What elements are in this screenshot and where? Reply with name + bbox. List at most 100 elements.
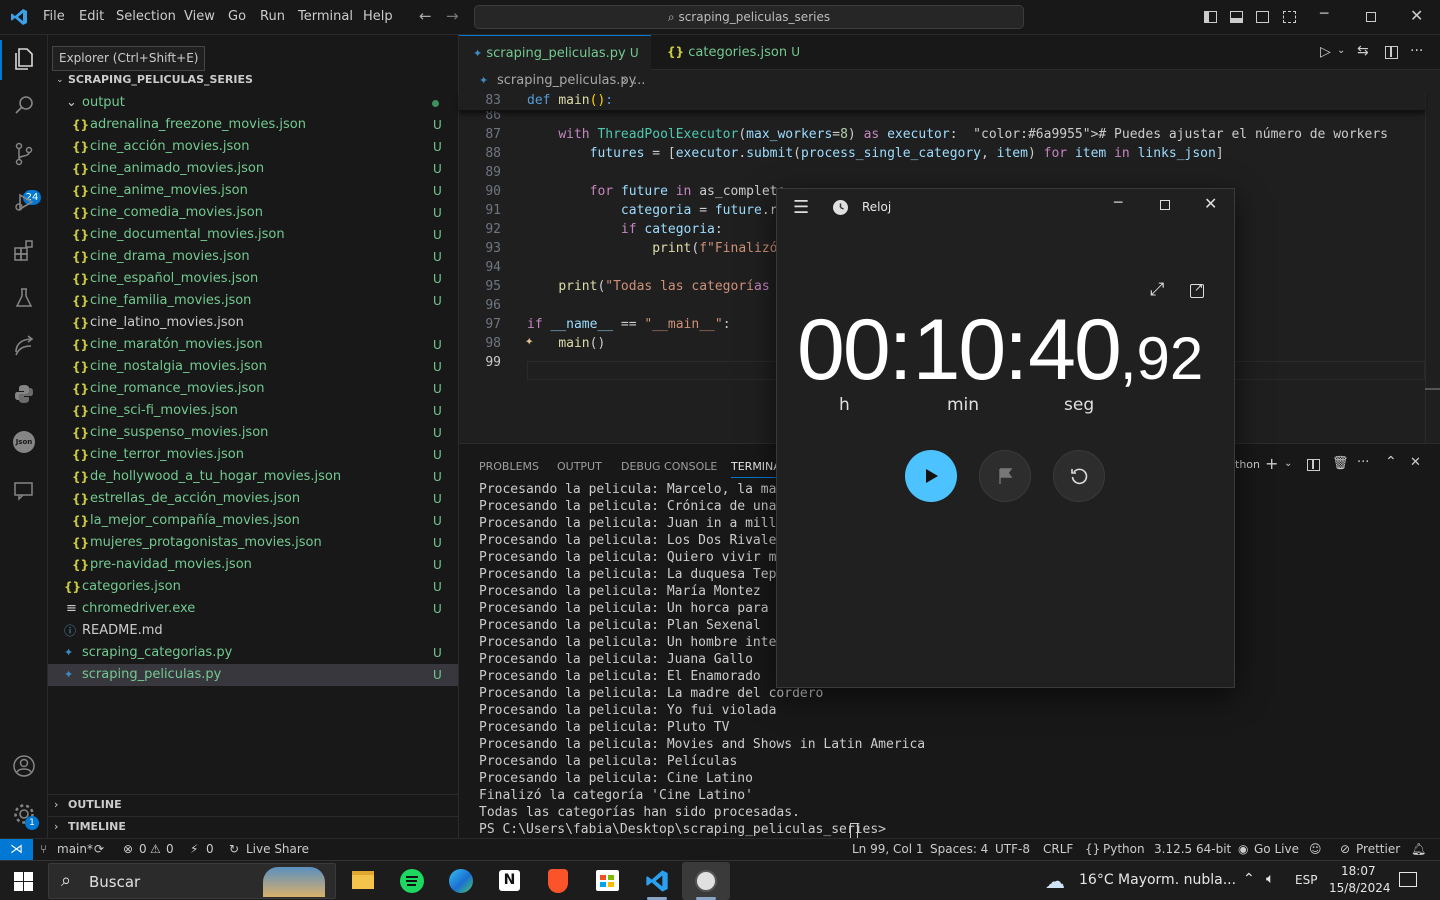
python-interpreter[interactable]: 3.12.5 64-bit: [1154, 839, 1231, 860]
sync-icon[interactable]: ⟳: [94, 839, 104, 860]
file-item[interactable]: ⓘ README.md: [48, 620, 458, 642]
testing-flask-icon[interactable]: [12, 286, 36, 310]
new-terminal-plus-icon[interactable]: +: [1265, 454, 1278, 473]
source-control-icon[interactable]: [12, 142, 36, 166]
breadcrumb-file[interactable]: scraping_peliculas.py: [497, 70, 636, 92]
ports-count[interactable]: 0: [206, 839, 214, 860]
toggle-secondary-sidebar-icon[interactable]: [1256, 11, 1269, 23]
microsoft-store-icon[interactable]: [596, 870, 619, 891]
notion-icon[interactable]: N: [499, 870, 520, 891]
command-center-search[interactable]: ⌕ scraping_peliculas_series: [474, 5, 1024, 29]
vscode-taskbar-icon[interactable]: [645, 869, 669, 893]
language-mode[interactable]: Python: [1103, 839, 1145, 860]
spotify-icon[interactable]: [400, 869, 424, 893]
minimize-window-icon[interactable]: ─: [1114, 195, 1122, 211]
menu-edit[interactable]: Edit: [79, 9, 104, 24]
taskbar-date[interactable]: 15/8/2024: [1329, 881, 1391, 895]
file-item[interactable]: {} cine_suspenso_movies.json U: [48, 422, 458, 444]
clock-app-taskbar-button[interactable]: [682, 862, 730, 900]
json-icon[interactable]: Json: [12, 430, 36, 454]
comments-icon[interactable]: [12, 478, 36, 502]
tab-debug-console[interactable]: DEBUG CONSOLE: [621, 460, 717, 473]
back-arrow-icon[interactable]: ←: [419, 7, 432, 25]
hamburger-menu-icon[interactable]: ☰: [793, 197, 809, 218]
accounts-icon[interactable]: [12, 754, 36, 778]
file-item[interactable]: {} estrellas_de_acción_movies.json U: [48, 488, 458, 510]
file-explorer-icon[interactable]: [352, 871, 374, 889]
reset-button[interactable]: [1053, 450, 1105, 502]
forward-arrow-icon[interactable]: →: [446, 7, 459, 25]
play-button[interactable]: [905, 450, 957, 502]
file-item[interactable]: {} pre-navidad_movies.json U: [48, 554, 458, 576]
file-item[interactable]: {} cine_anime_movies.json U: [48, 180, 458, 202]
keep-on-top-icon[interactable]: ↗: [1190, 281, 1204, 298]
volume-icon[interactable]: 🔈︎: [1266, 871, 1274, 887]
file-item[interactable]: {} categories.json U: [48, 576, 458, 598]
tab-problems[interactable]: PROBLEMS: [479, 460, 539, 473]
go-live-button[interactable]: Go Live: [1254, 839, 1299, 860]
outline-section[interactable]: › OUTLINE: [48, 794, 458, 816]
extensions-icon[interactable]: [12, 238, 36, 262]
copilot-sparkle-icon[interactable]: ✦: [525, 333, 533, 349]
file-item[interactable]: {} cine_sci-fi_movies.json U: [48, 400, 458, 422]
file-item[interactable]: {} cine_latino_movies.json: [48, 312, 458, 334]
windows-start-icon[interactable]: [14, 872, 33, 891]
search-icon[interactable]: [12, 93, 36, 117]
expand-icon[interactable]: ⤢: [1150, 279, 1164, 300]
show-hidden-icons-chevron-icon[interactable]: ⌃: [1243, 871, 1255, 887]
file-item[interactable]: ✦ scraping_categorias.py U: [48, 642, 458, 664]
editor-scrollbar[interactable]: [1425, 92, 1440, 443]
weather-widget[interactable]: 16°C Mayorm. nubla...: [1079, 872, 1236, 888]
maximize-window-icon[interactable]: [1160, 200, 1170, 210]
kill-terminal-trash-icon[interactable]: 🗑: [1332, 456, 1349, 471]
menu-run[interactable]: Run: [260, 9, 285, 24]
taskbar-search-box[interactable]: ⌕ Buscar: [48, 863, 336, 899]
terminal-shell-label[interactable]: thon: [1235, 458, 1260, 471]
toggle-sidebar-icon[interactable]: [1204, 11, 1217, 23]
notifications-bell-icon[interactable]: 🔔︎: [1411, 839, 1426, 860]
more-actions-icon[interactable]: ···: [1410, 43, 1423, 59]
notifications-icon[interactable]: [1399, 872, 1417, 887]
toggle-panel-icon[interactable]: [1230, 11, 1243, 23]
explorer-root[interactable]: ⌄ SCRAPING_PELICULAS_SERIES: [48, 69, 458, 91]
remote-indicator-icon[interactable]: ⋊: [0, 839, 33, 860]
file-item[interactable]: {} la_mejor_compañía_movies.json U: [48, 510, 458, 532]
customize-layout-icon[interactable]: [1283, 11, 1296, 23]
file-item[interactable]: {} cine_español_movies.json U: [48, 268, 458, 290]
indentation[interactable]: Spaces: 4: [930, 839, 988, 860]
file-item[interactable]: {} cine_nostalgia_movies.json U: [48, 356, 458, 378]
errors-count[interactable]: 0: [139, 839, 147, 860]
more-actions-icon[interactable]: ···: [1357, 455, 1369, 470]
maximize-panel-chevron-up-icon[interactable]: ⌃: [1385, 454, 1397, 470]
menu-help[interactable]: Help: [363, 9, 393, 24]
breadcrumb-symbol[interactable]: ...: [633, 70, 645, 92]
run-dropdown-chevron-icon[interactable]: ⌄: [1337, 45, 1345, 56]
close-window-icon[interactable]: ✕: [1204, 194, 1217, 213]
end-of-line[interactable]: CRLF: [1043, 839, 1073, 860]
split-terminal-icon[interactable]: [1307, 459, 1320, 471]
file-item[interactable]: {} cine_comedia_movies.json U: [48, 202, 458, 224]
file-item[interactable]: {} cine_terror_movies.json U: [48, 444, 458, 466]
split-editor-icon[interactable]: [1385, 46, 1398, 59]
encoding[interactable]: UTF-8: [995, 839, 1030, 860]
file-item[interactable]: ≡ chromedriver.exe U: [48, 598, 458, 620]
folder-output[interactable]: ⌄ output: [48, 92, 458, 114]
file-item[interactable]: {} cine_romance_movies.json U: [48, 378, 458, 400]
file-item[interactable]: {} cine_familia_movies.json U: [48, 290, 458, 312]
copilot-icon[interactable]: ☺: [1309, 839, 1322, 860]
menu-go[interactable]: Go: [228, 9, 246, 24]
compare-changes-icon[interactable]: ⇆: [1357, 43, 1369, 59]
file-item[interactable]: ✦ scraping_peliculas.py U: [48, 664, 458, 686]
tab-output[interactable]: OUTPUT: [557, 460, 602, 473]
file-item[interactable]: {} cine_documental_movies.json U: [48, 224, 458, 246]
python-icon[interactable]: [12, 382, 36, 406]
live-share-button[interactable]: Live Share: [246, 839, 309, 860]
brave-browser-icon[interactable]: [548, 869, 568, 893]
tab-scraping-peliculas[interactable]: ✦ scraping_peliculas.py U ✕: [459, 35, 651, 96]
lap-flag-button[interactable]: [979, 450, 1031, 502]
input-language[interactable]: ESP: [1295, 873, 1317, 887]
chevron-down-icon[interactable]: ⌄: [1284, 458, 1292, 469]
explorer-icon[interactable]: [12, 47, 36, 71]
file-item[interactable]: {} de_hollywood_a_tu_hogar_movies.json U: [48, 466, 458, 488]
menu-view[interactable]: View: [184, 9, 215, 24]
